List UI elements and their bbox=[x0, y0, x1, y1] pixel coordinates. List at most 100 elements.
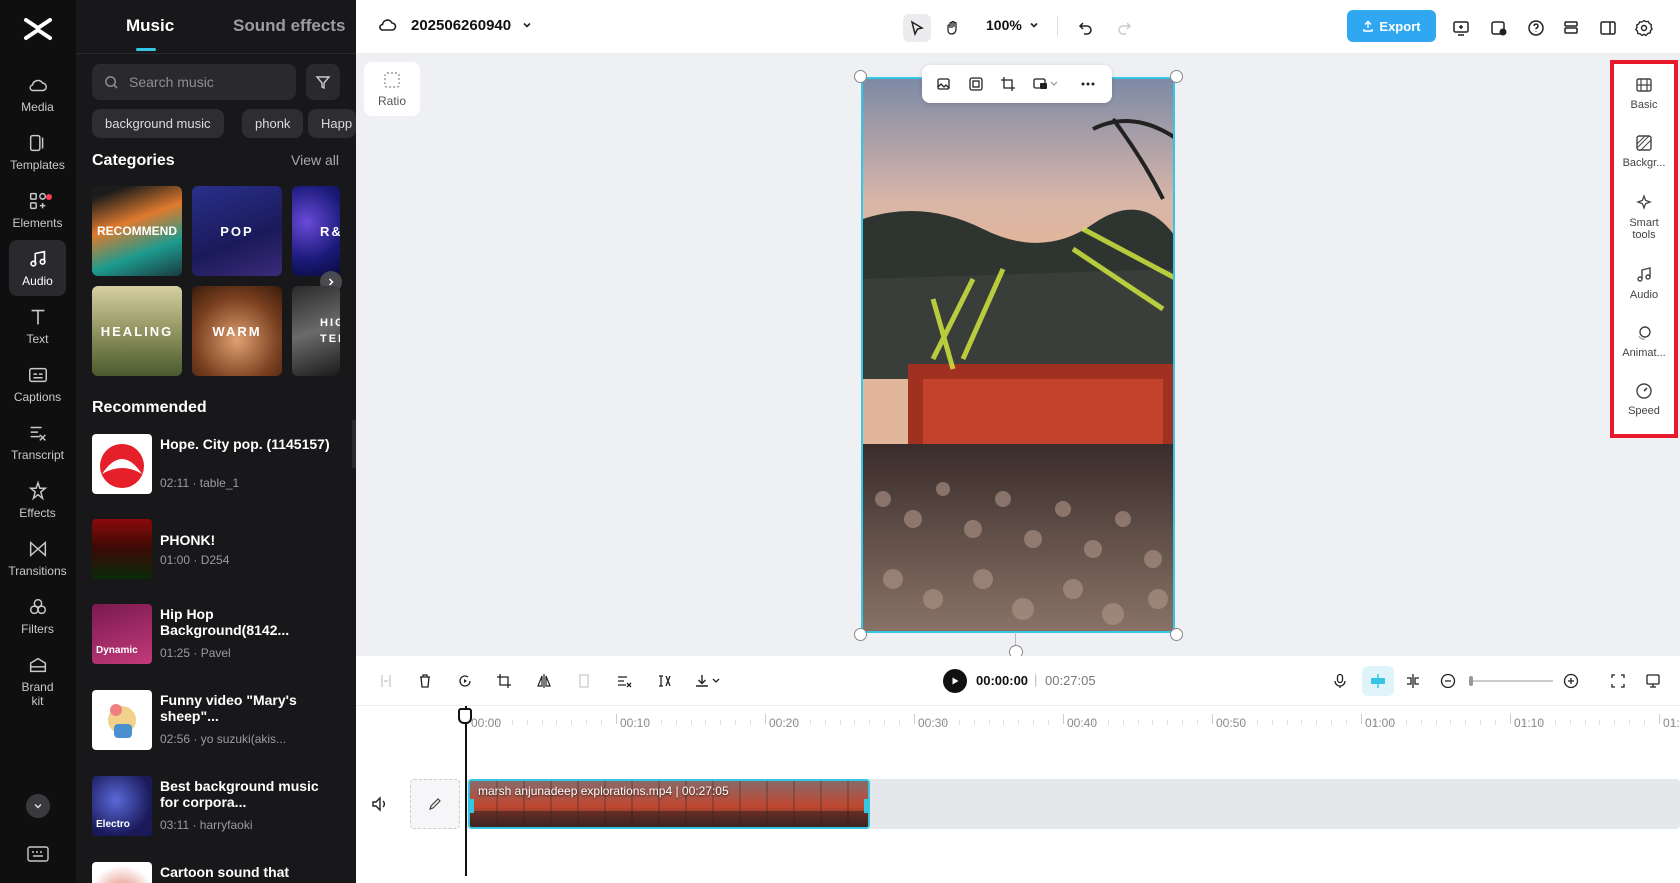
rail-item-audio[interactable]: Audio bbox=[9, 240, 66, 296]
clip-trim-handle-right[interactable] bbox=[864, 799, 868, 813]
ruler-minor-tick bbox=[1435, 720, 1437, 725]
track-title: Hip Hop Background(8142... bbox=[160, 606, 290, 638]
track-item[interactable]: Cartoon sound that bbox=[92, 862, 342, 883]
replace-button[interactable] bbox=[1028, 72, 1062, 96]
prop-tab-smart-tools[interactable]: Smart tools bbox=[1614, 194, 1674, 241]
track-item[interactable]: Dynamic Hip Hop Background(8142... 01:25… bbox=[92, 604, 342, 664]
more-tools-button[interactable] bbox=[26, 794, 50, 818]
tab-music[interactable]: Music bbox=[126, 16, 174, 36]
cloud-sync-icon bbox=[379, 19, 397, 31]
more-options-button[interactable] bbox=[1076, 72, 1100, 96]
replace-image-button[interactable] bbox=[932, 72, 956, 96]
rail-item-templates[interactable]: Templates bbox=[9, 124, 66, 180]
prop-tab-background[interactable]: Backgr... bbox=[1614, 134, 1674, 169]
playhead-handle[interactable] bbox=[458, 708, 472, 724]
cover-edit-button[interactable] bbox=[410, 779, 460, 829]
prop-tab-basic[interactable]: Basic bbox=[1614, 76, 1674, 111]
search-input[interactable]: Search music bbox=[92, 64, 296, 100]
hand-tool-button[interactable] bbox=[939, 14, 967, 42]
layout-button[interactable] bbox=[1594, 14, 1622, 42]
export-button[interactable]: Export bbox=[1347, 10, 1436, 42]
zoom-in-button[interactable] bbox=[1559, 669, 1583, 693]
record-voiceover-button[interactable] bbox=[1328, 669, 1352, 693]
crop-clip-button[interactable] bbox=[492, 669, 516, 693]
rail-item-elements[interactable]: Elements bbox=[9, 182, 66, 238]
video-frame[interactable] bbox=[861, 77, 1175, 633]
rail-item-media[interactable]: Media bbox=[9, 66, 66, 122]
ruler-minor-tick bbox=[675, 720, 677, 725]
zoom-dropdown[interactable]: 100% bbox=[986, 17, 1040, 33]
select-tool-button[interactable] bbox=[903, 14, 931, 42]
rail-item-captions[interactable]: Captions bbox=[9, 356, 66, 412]
track-item[interactable]: PHONK! 01:00 · D254 bbox=[92, 519, 342, 579]
rail-item-filters[interactable]: Filters bbox=[9, 588, 66, 644]
category-high-tempo[interactable]: HIG TEM bbox=[292, 286, 340, 376]
brand-kit-icon bbox=[29, 657, 46, 673]
auto-cut-button[interactable] bbox=[652, 669, 676, 693]
playhead[interactable] bbox=[465, 706, 467, 876]
mask-button[interactable] bbox=[572, 669, 596, 693]
crop-button[interactable] bbox=[996, 72, 1020, 96]
track-item[interactable]: Funny video "Mary's sheep"... 02:56 · yo… bbox=[92, 690, 342, 750]
track-thumbnail: Electro bbox=[92, 776, 152, 836]
prop-tab-animation[interactable]: Animat... bbox=[1614, 324, 1674, 359]
ratio-button[interactable]: Ratio bbox=[364, 62, 420, 116]
undo-button[interactable] bbox=[1072, 14, 1100, 42]
prop-tab-speed[interactable]: Speed bbox=[1614, 382, 1674, 417]
category-rnb[interactable]: R& bbox=[292, 186, 340, 276]
resize-handle-top-right[interactable] bbox=[1170, 70, 1183, 83]
timeline-ruler[interactable]: 00:00 00:10 00:20 00:30 00:40 00:50 01:00 01:10… bbox=[356, 706, 1680, 736]
freeze-button[interactable] bbox=[453, 669, 477, 693]
category-warm[interactable]: WARM bbox=[192, 286, 282, 376]
total-time: 00:27:05 bbox=[1045, 673, 1096, 688]
download-dropdown[interactable] bbox=[692, 669, 726, 693]
rail-item-text[interactable]: Text bbox=[9, 298, 66, 354]
view-all-link[interactable]: View all bbox=[291, 152, 339, 168]
timeline-zoom-slider[interactable] bbox=[1469, 680, 1553, 682]
clip-trim-handle-left[interactable] bbox=[470, 799, 474, 813]
clip-label: marsh anjunadeep explorations.mp4 | 00:2… bbox=[478, 784, 729, 798]
flip-button[interactable] bbox=[532, 669, 556, 693]
resize-handle-top-left[interactable] bbox=[854, 70, 867, 83]
category-pop[interactable]: POP bbox=[192, 186, 282, 276]
volume-icon[interactable] bbox=[370, 794, 390, 814]
fit-timeline-button[interactable] bbox=[1606, 669, 1630, 693]
project-name-dropdown[interactable]: 202506260940 bbox=[377, 16, 547, 34]
rail-item-brand-kit[interactable]: Brand kit bbox=[9, 646, 66, 716]
review-button[interactable] bbox=[1485, 14, 1513, 42]
resize-handle-bottom-left[interactable] bbox=[854, 628, 867, 641]
chip-phonk[interactable]: phonk bbox=[242, 109, 304, 138]
help-button[interactable] bbox=[1522, 14, 1550, 42]
split-view-button[interactable] bbox=[1401, 669, 1425, 693]
prop-tab-audio[interactable]: Audio bbox=[1614, 266, 1674, 301]
chip-background-music[interactable]: background music bbox=[92, 109, 224, 138]
filter-button[interactable] bbox=[306, 64, 340, 100]
category-recommend[interactable]: RECOMMEND bbox=[92, 186, 182, 276]
layers-button[interactable] bbox=[1557, 14, 1585, 42]
present-button[interactable] bbox=[1447, 14, 1475, 42]
split-button[interactable] bbox=[374, 669, 398, 693]
zoom-out-button[interactable] bbox=[1436, 669, 1460, 693]
track-item[interactable]: Hope. City pop. (1145157) 02:11 · table_… bbox=[92, 434, 342, 494]
redo-button[interactable] bbox=[1110, 14, 1138, 42]
rail-label: Transcript bbox=[11, 448, 64, 462]
video-clip[interactable]: marsh anjunadeep explorations.mp4 | 00:2… bbox=[468, 779, 870, 829]
rail-item-transitions[interactable]: Transitions bbox=[8, 530, 67, 586]
timeline-zoom-thumb[interactable] bbox=[1469, 676, 1473, 686]
smart-crop-button[interactable] bbox=[964, 72, 988, 96]
play-button[interactable] bbox=[943, 669, 967, 693]
track-item[interactable]: Electro Best background music for corpor… bbox=[92, 776, 342, 836]
category-healing[interactable]: HEALING bbox=[92, 286, 182, 376]
magnet-snap-toggle[interactable] bbox=[1362, 666, 1394, 696]
rail-item-effects[interactable]: Effects bbox=[9, 472, 66, 528]
chip-happ[interactable]: Happ bbox=[308, 109, 356, 138]
timeline-display-button[interactable] bbox=[1641, 669, 1665, 693]
category-label: HIG TEM bbox=[320, 317, 340, 345]
settings-button[interactable] bbox=[1630, 14, 1658, 42]
resize-handle-bottom-right[interactable] bbox=[1170, 628, 1183, 641]
tab-sound-effects[interactable]: Sound effects bbox=[233, 16, 345, 36]
delete-button[interactable] bbox=[413, 669, 437, 693]
speed-curve-button[interactable] bbox=[612, 669, 636, 693]
keyboard-icon[interactable] bbox=[27, 845, 49, 863]
rail-item-transcript[interactable]: Transcript bbox=[9, 414, 66, 470]
